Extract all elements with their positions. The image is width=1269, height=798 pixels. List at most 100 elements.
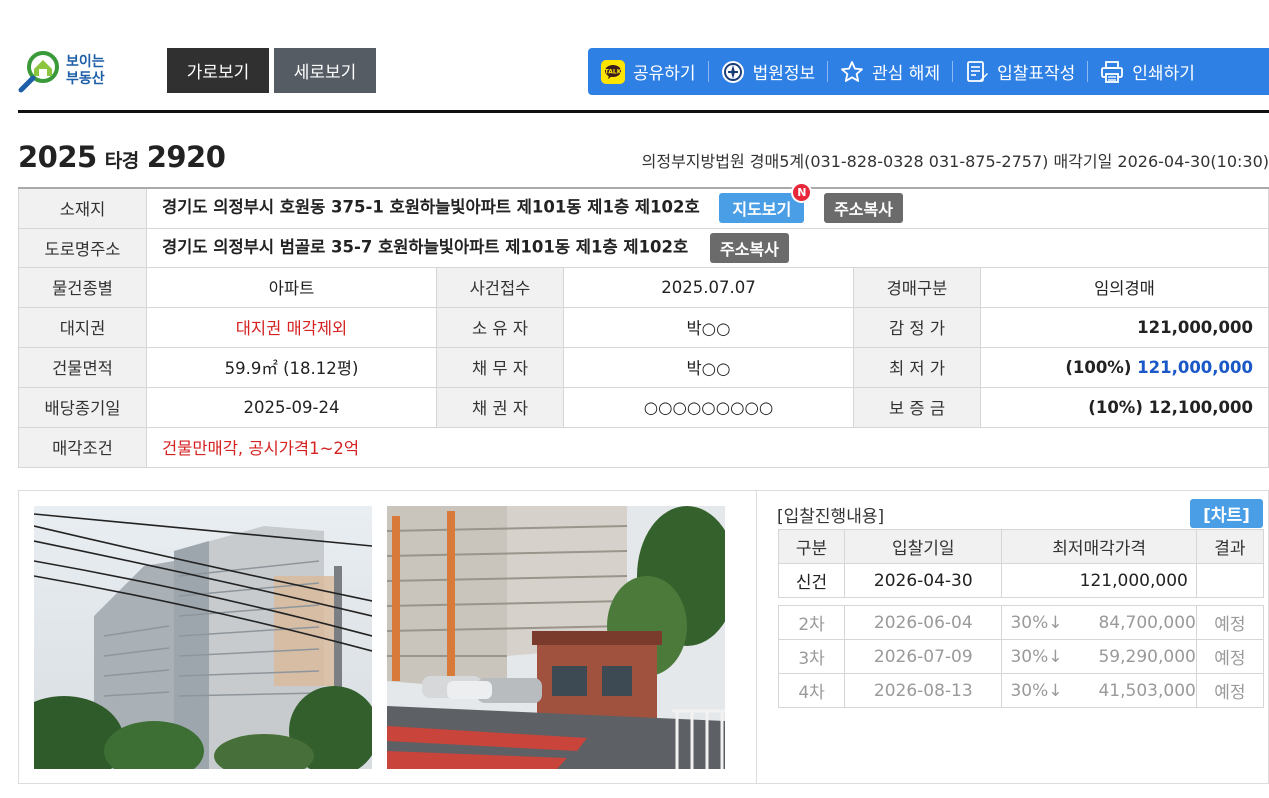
col-result: 결과 xyxy=(1195,529,1265,564)
bid-date: 2026-08-13 xyxy=(844,673,1003,708)
location-value: 경기도 의정부시 호원동 375-1 호원하늘빛아파트 제101동 제1층 제1… xyxy=(162,197,700,217)
new-badge: N xyxy=(791,182,813,204)
case-filed-value: 2025.07.07 xyxy=(563,266,854,308)
bid-date: 2026-07-09 xyxy=(844,639,1003,674)
bid-current-row: 신건 2026-04-30 121,000,000 xyxy=(777,563,1265,598)
bid-date: 2026-06-04 xyxy=(844,605,1003,640)
svg-text:TALK: TALK xyxy=(605,68,622,75)
bid-result: 예정 xyxy=(1195,639,1265,674)
debtor-label: 채 무 자 xyxy=(436,346,564,388)
sale-condition-label: 매각조건 xyxy=(18,426,147,468)
col-bid-date: 입찰기일 xyxy=(844,529,1003,564)
minimum-price-cell: (100%) 121,000,000 xyxy=(980,346,1269,388)
chart-button[interactable]: [차트] xyxy=(1190,499,1263,528)
share-button[interactable]: TALK 공유하기 xyxy=(588,48,708,95)
bid-round: 신건 xyxy=(777,563,846,598)
bid-header-row: 구분 입찰기일 최저매각가격 결과 xyxy=(777,529,1265,564)
photo-and-bid-panel: [입찰진행내용] [차트] 구분 입찰기일 최저매각가격 결과 신건 2026-… xyxy=(18,490,1269,784)
info-row: 배당종기일 2025-09-24 채 권 자 ○○○○○○○○○ 보 증 금 (… xyxy=(18,386,1269,428)
case-type: 타경 xyxy=(104,150,139,172)
logo-line-2: 부동산 xyxy=(66,71,105,87)
bid-price: 121,000,000 xyxy=(1001,563,1197,598)
minimum-price-value: 121,000,000 xyxy=(1137,357,1253,377)
court-info-label: 법원정보 xyxy=(752,64,816,84)
court-info-button[interactable]: 법원정보 xyxy=(707,48,828,95)
future-bid-table: 2차 2026-06-04 30%↓ 84,700,000 예정 3차 2026-… xyxy=(777,605,1265,708)
bid-price: 84,700,000 xyxy=(1098,612,1196,633)
bid-percent: 30%↓ xyxy=(1010,646,1063,667)
property-photo-1[interactable] xyxy=(34,506,372,769)
bid-result: 예정 xyxy=(1195,605,1265,640)
bid-date: 2026-04-30 xyxy=(844,563,1003,598)
col-round: 구분 xyxy=(777,529,846,564)
court-emblem-icon xyxy=(721,60,745,84)
edit-document-icon xyxy=(965,60,989,84)
info-row: 물건종별 아파트 사건접수 2025.07.07 경매구분 임의경매 xyxy=(18,266,1269,308)
horizontal-view-button[interactable]: 가로보기 xyxy=(167,48,269,93)
appraisal-label: 감 정 가 xyxy=(853,306,981,348)
header-divider xyxy=(18,110,1269,113)
bid-percent: 30%↓ xyxy=(1010,612,1063,633)
land-right-value: 대지권 매각제외 xyxy=(146,306,437,348)
vertical-view-button[interactable]: 세로보기 xyxy=(274,48,376,93)
appraisal-value: 121,000,000 xyxy=(980,306,1269,348)
future-bid-row: 2차 2026-06-04 30%↓ 84,700,000 예정 xyxy=(777,605,1265,640)
bid-price-cell: 30%↓ 59,290,000 xyxy=(1001,639,1197,674)
bid-price: 59,290,000 xyxy=(1098,646,1196,667)
case-filed-label: 사건접수 xyxy=(436,266,564,308)
action-toolbar: TALK 공유하기 법원정보 관심 해제 입찰표작성 인쇄하기 xyxy=(588,48,1269,95)
minimum-price-label: 최 저 가 xyxy=(853,346,981,388)
building-area-value: 59.9㎡ (18.12평) xyxy=(146,346,437,388)
unfavorite-label: 관심 해제 xyxy=(872,64,941,84)
dividend-deadline-label: 배당종기일 xyxy=(18,386,147,428)
creditor-value: ○○○○○○○○○ xyxy=(563,386,854,428)
dividend-deadline-value: 2025-09-24 xyxy=(146,386,437,428)
bid-price-cell: 30%↓ 84,700,000 xyxy=(1001,605,1197,640)
print-button[interactable]: 인쇄하기 xyxy=(1087,48,1207,95)
panel-divider xyxy=(756,491,757,783)
road-address-row: 도로명주소 경기도 의정부시 범골로 35-7 호원하늘빛아파트 제101동 제… xyxy=(18,227,1269,268)
location-cell: 경기도 의정부시 호원동 375-1 호원하늘빛아파트 제101동 제1층 제1… xyxy=(146,182,1269,229)
deposit-label: 보 증 금 xyxy=(853,386,981,428)
bid-progress-title: [입찰진행내용] xyxy=(777,507,885,527)
deposit-value: (10%) 12,100,000 xyxy=(980,386,1269,428)
bid-schedule-table: 구분 입찰기일 최저매각가격 결과 신건 2026-04-30 121,000,… xyxy=(777,529,1265,598)
bid-form-button[interactable]: 입찰표작성 xyxy=(952,48,1087,95)
star-icon xyxy=(840,60,864,84)
auction-type-value: 임의경매 xyxy=(980,266,1269,308)
land-right-label: 대지권 xyxy=(18,306,147,348)
magnifier-house-icon xyxy=(18,48,64,94)
auction-type-label: 경매구분 xyxy=(853,266,981,308)
future-bid-row: 4차 2026-08-13 30%↓ 41,503,000 예정 xyxy=(777,673,1265,708)
bid-price: 41,503,000 xyxy=(1098,680,1196,701)
info-row: 대지권 대지권 매각제외 소 유 자 박○○ 감 정 가 121,000,000 xyxy=(18,306,1269,348)
site-logo[interactable]: 보이는 부동산 xyxy=(18,48,128,94)
creditor-label: 채 권 자 xyxy=(436,386,564,428)
kakaotalk-icon: TALK xyxy=(601,59,625,84)
road-address-value: 경기도 의정부시 범골로 35-7 호원하늘빛아파트 제101동 제1층 제10… xyxy=(162,237,689,256)
future-bid-row: 3차 2026-07-09 30%↓ 59,290,000 예정 xyxy=(777,639,1265,674)
info-row: 건물면적 59.9㎡ (18.12평) 채 무 자 박○○ 최 저 가 (100… xyxy=(18,346,1269,388)
sale-condition-row: 매각조건 건물만매각, 공시가격1~2억 xyxy=(18,426,1269,468)
map-view-button[interactable]: 지도보기 N xyxy=(719,182,813,224)
sale-condition-value: 건물만매각, 공시가격1~2억 xyxy=(146,426,1269,468)
bid-round: 2차 xyxy=(777,605,846,640)
debtor-value: 박○○ xyxy=(563,346,854,388)
copy-road-address-button[interactable]: 주소복사 xyxy=(709,232,789,263)
print-label: 인쇄하기 xyxy=(1132,64,1195,84)
property-info-table: 소재지 경기도 의정부시 호원동 375-1 호원하늘빛아파트 제101동 제1… xyxy=(18,182,1269,468)
printer-icon xyxy=(1100,60,1124,84)
property-type-label: 물건종별 xyxy=(18,266,147,308)
court-schedule: 의정부지방법원 경매5계(031-828-0328 031-875-2757) … xyxy=(641,152,1269,171)
share-label: 공유하기 xyxy=(633,64,696,84)
bid-result: 예정 xyxy=(1195,673,1265,708)
road-address-cell: 경기도 의정부시 범골로 35-7 호원하늘빛아파트 제101동 제1층 제10… xyxy=(146,227,1269,268)
property-type-value: 아파트 xyxy=(146,266,437,308)
road-address-label: 도로명주소 xyxy=(18,227,147,268)
copy-address-button[interactable]: 주소복사 xyxy=(824,193,903,224)
map-view-label: 지도보기 xyxy=(732,200,792,220)
case-year: 2025 xyxy=(18,140,97,174)
building-area-label: 건물면적 xyxy=(18,346,147,388)
property-photo-2[interactable] xyxy=(387,506,725,769)
unfavorite-button[interactable]: 관심 해제 xyxy=(827,48,952,95)
